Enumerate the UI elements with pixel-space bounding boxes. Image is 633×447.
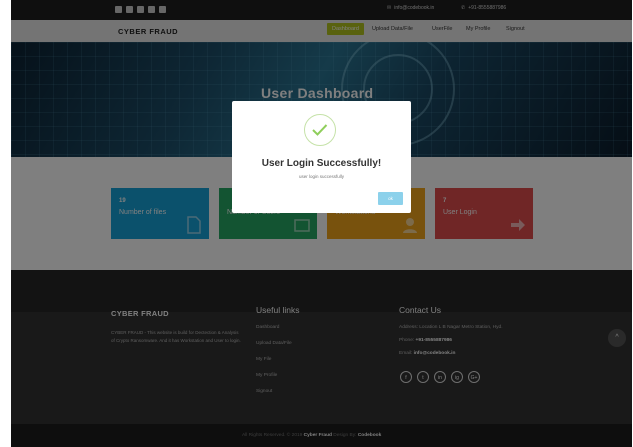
modal-message: user login successfully	[298, 174, 345, 179]
modal-overlay[interactable]	[11, 0, 632, 447]
ok-button[interactable]: ok	[378, 192, 403, 205]
app-frame: ✉info@codebook.in ✆+91-8555887986 CYBER …	[11, 0, 632, 447]
success-check-icon	[304, 114, 336, 146]
modal-title: User Login Successfully!	[261, 158, 382, 169]
success-modal: User Login Successfully! user login succ…	[232, 101, 411, 213]
